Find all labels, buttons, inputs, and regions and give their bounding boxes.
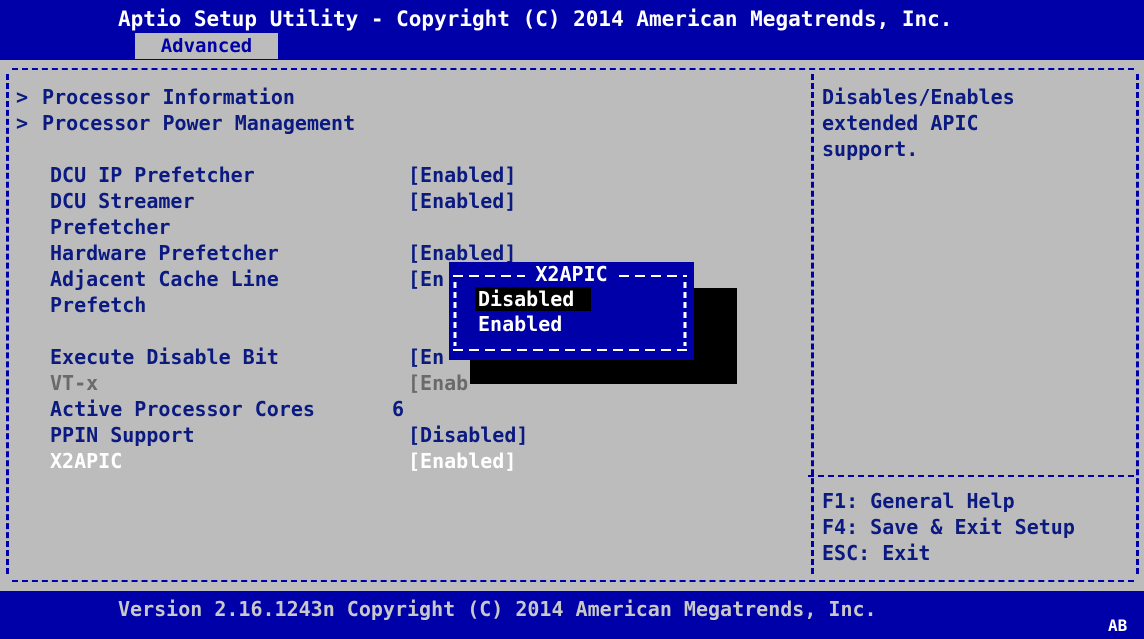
key-hint-f4: F4: Save & Exit Setup xyxy=(822,515,1075,539)
help-text-line: extended APIC xyxy=(822,111,979,135)
frame-left-border xyxy=(6,74,9,574)
window-title: Aptio Setup Utility - Copyright (C) 2014… xyxy=(118,7,953,31)
frame-top-border xyxy=(12,68,1134,70)
footer-badge: AB xyxy=(1108,616,1128,635)
setting-label-dcu-streamer-cont: Prefetcher xyxy=(50,215,171,239)
frame-bottom-border xyxy=(12,580,1134,582)
version-text: Version 2.16.1243n Copyright (C) 2014 Am… xyxy=(118,597,877,621)
popup-option-disabled[interactable]: Disabled xyxy=(475,287,591,311)
setting-label-ppin-support[interactable]: PPIN Support xyxy=(50,422,195,448)
setting-label-adjacent-cache-line-cont: Prefetch xyxy=(50,293,147,317)
submenu-processor-information[interactable]: > Processor Information xyxy=(16,84,295,110)
setting-label-vt-x: VT-x xyxy=(50,371,99,395)
setting-value-ppin-support[interactable]: [Disabled] xyxy=(408,422,528,448)
popup-option-enabled[interactable]: Enabled xyxy=(475,312,648,336)
help-divider xyxy=(808,475,1134,477)
frame-right-border xyxy=(1136,74,1139,574)
key-hint-f1: F1: General Help xyxy=(822,489,1015,513)
setting-value-execute-disable-bit[interactable]: [En xyxy=(408,344,444,370)
setting-label-dcu-ip-prefetcher[interactable]: DCU IP Prefetcher xyxy=(50,162,255,188)
submenu-processor-power-management[interactable]: > Processor Power Management xyxy=(16,110,355,136)
setting-label-dcu-streamer[interactable]: DCU Streamer xyxy=(50,188,195,214)
setting-value-x2apic[interactable]: [Enabled] xyxy=(408,448,516,474)
submenu-arrow-icon: > xyxy=(16,111,29,135)
setting-label-active-processor-cores[interactable]: Active Processor Cores xyxy=(50,396,315,422)
setting-label-adjacent-cache-line[interactable]: Adjacent Cache Line xyxy=(50,266,279,292)
setting-value-adjacent-cache-line[interactable]: [En xyxy=(408,266,444,292)
setting-value-dcu-ip-prefetcher[interactable]: [Enabled] xyxy=(408,162,516,188)
frame-middle-border xyxy=(811,74,814,574)
setting-value-active-processor-cores[interactable]: 6 xyxy=(392,396,404,422)
key-hint-esc: ESC: Exit xyxy=(822,541,931,565)
setting-label-x2apic[interactable]: X2APIC xyxy=(50,448,122,474)
setting-label-hardware-prefetcher[interactable]: Hardware Prefetcher xyxy=(50,240,279,266)
submenu-arrow-icon: > xyxy=(16,85,29,109)
help-text-line: support. xyxy=(822,137,919,161)
setting-value-dcu-streamer[interactable]: [Enabled] xyxy=(408,188,516,214)
x2apic-options-popup: X2APIC Disabled Enabled xyxy=(449,262,694,360)
help-text-line: Disables/Enables xyxy=(822,85,1015,109)
tab-advanced[interactable]: Advanced xyxy=(135,33,278,59)
popup-title: X2APIC xyxy=(535,262,608,286)
setting-label-execute-disable-bit[interactable]: Execute Disable Bit xyxy=(50,344,279,370)
